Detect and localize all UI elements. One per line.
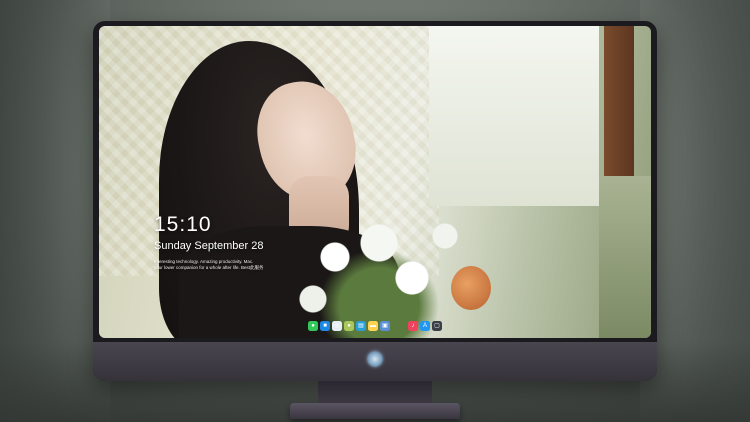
clapper-icon[interactable]: ▤ <box>356 321 366 331</box>
logo-icon <box>367 351 383 367</box>
app-store-icon[interactable]: A <box>420 321 430 331</box>
dock: ● ■ ◎ ● ▤ ▬ ▣ ♪ A ▢ <box>285 318 465 334</box>
wallpaper-wall <box>599 176 651 338</box>
screenshot-icon[interactable]: ▢ <box>432 321 442 331</box>
lock-date: Sunday September 28 <box>154 240 264 252</box>
finder-icon[interactable]: ■ <box>320 321 330 331</box>
wallpaper-window-frame <box>604 26 634 186</box>
monitor-stand-base <box>290 403 460 419</box>
lock-screen: 15:10 Sunday September 28 Interesting te… <box>99 26 651 338</box>
lock-caption: Interesting technology. Amazing producti… <box>154 259 284 271</box>
lock-info: 15:10 Sunday September 28 Interesting te… <box>154 214 284 271</box>
music-icon[interactable]: ♪ <box>408 321 418 331</box>
lock-clock: 15:10 <box>154 213 212 236</box>
notes-icon[interactable]: ▬ <box>368 321 378 331</box>
monitor: 15:10 Sunday September 28 Interesting te… <box>93 21 657 381</box>
monitor-stand-neck <box>318 381 432 405</box>
messages-icon[interactable]: ● <box>308 321 318 331</box>
wallpaper-window <box>429 26 599 206</box>
caption-line-2: your lower companion for a whole after l… <box>154 265 264 270</box>
photos-icon[interactable]: ● <box>344 321 354 331</box>
wallpaper-orange <box>451 266 491 310</box>
safari-icon[interactable]: ◎ <box>332 321 342 331</box>
preview-icon[interactable]: ▣ <box>380 321 390 331</box>
